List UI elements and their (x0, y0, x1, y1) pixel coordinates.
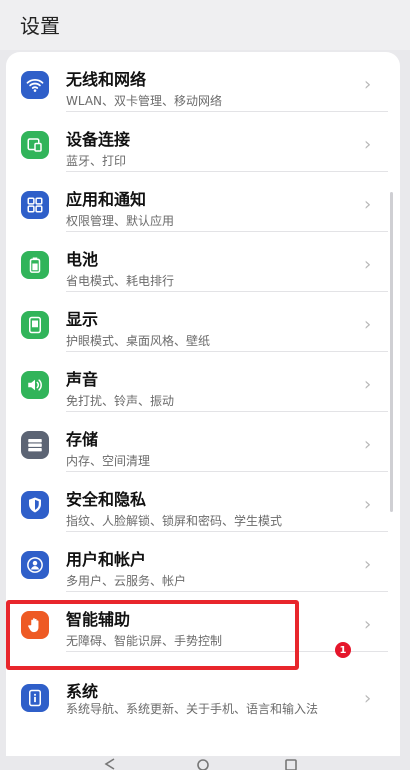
settings-item-label: 设备连接 (66, 130, 131, 149)
chevron-right-icon: › (364, 194, 372, 215)
settings-item-system[interactable]: 系统 系统导航、系统更新、关于手机、语言和输入法 › (6, 670, 400, 768)
settings-item-sub: 省电模式、耗电排行 (66, 274, 175, 288)
device-connect-icon (21, 131, 49, 159)
scrollbar[interactable] (390, 192, 393, 512)
system-icon (21, 684, 49, 712)
settings-item-label: 电池 (66, 250, 99, 269)
settings-item-label: 声音 (66, 370, 99, 389)
back-icon[interactable] (104, 758, 116, 770)
header: 设置 (0, 0, 410, 50)
notification-badge: 1 (335, 642, 351, 658)
settings-item-sound[interactable]: 声音 免打扰、铃声、振动 › (6, 352, 400, 412)
chevron-right-icon: › (364, 134, 372, 155)
settings-item-sub: 权限管理、默认应用 (66, 214, 175, 228)
page-title: 设置 (20, 14, 60, 38)
chevron-right-icon: › (364, 374, 372, 395)
wifi-icon (21, 71, 49, 99)
settings-item-label: 显示 (66, 310, 99, 329)
chevron-right-icon: › (364, 74, 372, 95)
chevron-right-icon: › (364, 434, 372, 455)
settings-item-sub: 护眼模式、桌面风格、壁纸 (66, 334, 211, 348)
settings-item-label: 无线和网络 (66, 70, 147, 89)
settings-item-storage[interactable]: 存储 内存、空间清理 › (6, 412, 400, 472)
recents-icon[interactable] (285, 758, 297, 770)
user-icon (21, 551, 49, 579)
settings-item-users[interactable]: 用户和帐户 多用户、云服务、帐户 › (6, 532, 400, 592)
settings-item-label: 安全和隐私 (66, 490, 147, 509)
highlight-box (6, 600, 299, 670)
home-icon[interactable] (197, 758, 209, 770)
navigation-bar (0, 756, 410, 770)
settings-item-label: 应用和通知 (66, 190, 147, 209)
chevron-right-icon: › (364, 314, 372, 335)
display-icon (21, 311, 49, 339)
settings-item-sub: 免打扰、铃声、振动 (66, 394, 175, 408)
settings-item-label: 存储 (66, 430, 99, 449)
settings-item-label: 用户和帐户 (66, 550, 147, 569)
settings-item-sub: 内存、空间清理 (66, 454, 151, 468)
chevron-right-icon: › (364, 554, 372, 575)
sound-icon (21, 371, 49, 399)
settings-item-sub: 多用户、云服务、帐户 (66, 574, 187, 588)
settings-item-sub: 指纹、人脸解锁、锁屏和密码、学生模式 (66, 514, 283, 528)
settings-item-device-connect[interactable]: 设备连接 蓝牙、打印 › (6, 112, 400, 172)
chevron-right-icon: › (364, 688, 372, 709)
chevron-right-icon: › (364, 494, 372, 515)
chevron-right-icon: › (364, 614, 372, 635)
settings-item-label: 系统 (66, 682, 99, 701)
battery-icon (21, 251, 49, 279)
settings-item-security[interactable]: 安全和隐私 指纹、人脸解锁、锁屏和密码、学生模式 › (6, 472, 400, 532)
settings-item-sub: WLAN、双卡管理、移动网络 (66, 94, 223, 108)
settings-item-wireless[interactable]: 无线和网络 WLAN、双卡管理、移动网络 › (6, 52, 400, 112)
settings-item-display[interactable]: 显示 护眼模式、桌面风格、壁纸 › (6, 292, 400, 352)
settings-item-battery[interactable]: 电池 省电模式、耗电排行 › (6, 232, 400, 292)
apps-icon (21, 191, 49, 219)
settings-item-apps[interactable]: 应用和通知 权限管理、默认应用 › (6, 172, 400, 232)
shield-icon (21, 491, 49, 519)
storage-icon (21, 431, 49, 459)
chevron-right-icon: › (364, 254, 372, 275)
settings-item-sub: 蓝牙、打印 (66, 154, 127, 168)
settings-item-sub: 系统导航、系统更新、关于手机、语言和输入法 (66, 702, 319, 716)
